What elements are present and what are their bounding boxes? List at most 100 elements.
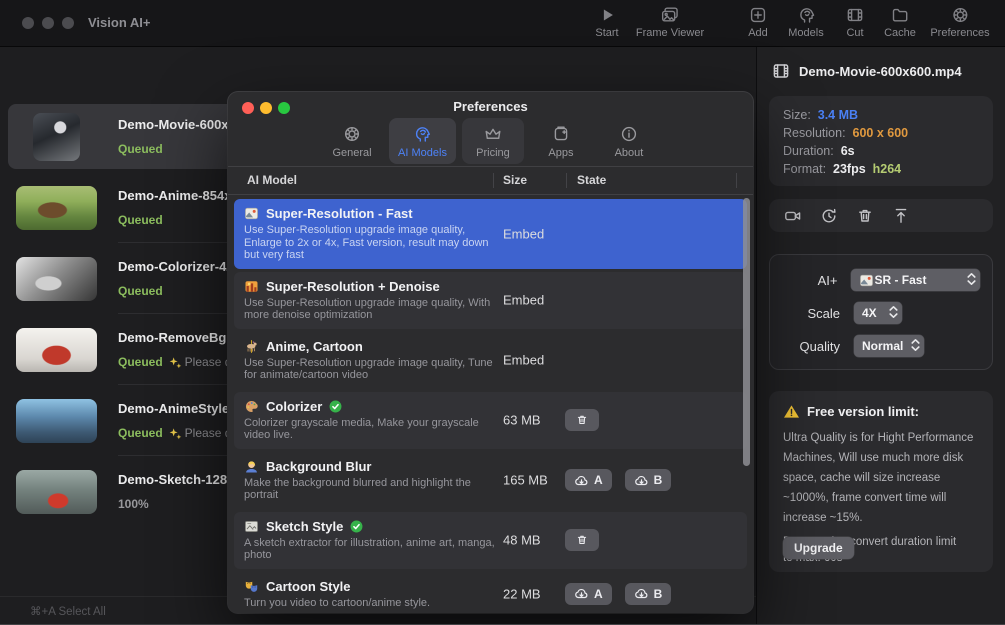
dialog-title: Preferences	[453, 99, 528, 114]
models-icon	[412, 124, 432, 144]
scale-dropdown[interactable]: 4X	[854, 302, 902, 324]
model-title: Super-Resolution + Denoise	[266, 278, 440, 294]
toolbar-button-label: Preferences	[930, 27, 990, 39]
video-thumbnail-moon-astronaut	[32, 112, 80, 161]
tab-apps[interactable]: Apps	[530, 118, 592, 164]
limit-title: Free version limit:	[807, 404, 919, 419]
file-action-history-button[interactable]	[819, 206, 839, 226]
download-model-b-button[interactable]: B	[624, 582, 672, 605]
column-separator	[566, 173, 567, 188]
tab-general[interactable]: General	[321, 118, 383, 164]
model-size-or-state: 48 MB	[503, 532, 541, 548]
gear-icon	[950, 5, 970, 25]
toolbar-button-cut[interactable]: Cut	[845, 5, 865, 39]
window-minimize-button[interactable]	[42, 17, 54, 29]
sketch-frame-icon	[244, 519, 259, 534]
delete-model-button[interactable]	[565, 529, 599, 551]
window-zoom-button[interactable]	[62, 17, 74, 29]
model-size-or-state: 165 MB	[503, 472, 548, 488]
installed-check-badge-icon	[350, 520, 363, 533]
toolbar-button-models[interactable]: Models	[788, 5, 824, 39]
model-title: Cartoon Style	[266, 578, 351, 594]
scrollbar-thumb[interactable]	[743, 198, 750, 466]
file-status: Queued	[118, 284, 163, 298]
portrait-icon	[244, 459, 259, 474]
download-model-a-button[interactable]: A	[565, 469, 612, 491]
model-title: Super-Resolution - Fast	[266, 206, 413, 221]
models-icon	[796, 5, 816, 25]
model-description: Use Super-Resolution upgrade image quali…	[244, 296, 491, 322]
model-title: Colorizer	[266, 398, 323, 414]
quality-label: Quality	[799, 338, 840, 354]
duration-value: 6s	[840, 144, 855, 158]
model-row[interactable]: Super-Resolution + Denoise Use Super-Reso…	[234, 271, 747, 329]
file-info-card: Size: 3.4 MB Resolution: 600 x 600 Durat…	[769, 96, 993, 186]
model-row[interactable]: Sketch Style A sketch extractor for illus…	[234, 511, 747, 569]
toolbar-button-add[interactable]: Add	[748, 5, 768, 39]
model-description: Use Super-Resolution upgrade image quali…	[244, 356, 493, 382]
film-icon	[771, 61, 791, 81]
toolbar-button-frame-viewer[interactable]: Frame Viewer	[636, 5, 704, 39]
limit-body: Ultra Quality is for Hight Performance M…	[783, 432, 974, 524]
file-status: Queued	[118, 142, 163, 156]
model-row[interactable]: Anime, Cartoon Use Super-Resolution upgra…	[234, 332, 747, 389]
resolution-value: 600 x 600	[852, 126, 909, 140]
toolbar-button-preferences[interactable]: Preferences	[930, 5, 990, 39]
file-action-trash-button[interactable]	[855, 206, 875, 226]
model-description: Colorizer grayscale media, Make your gra…	[244, 416, 479, 442]
tab-label: Pricing	[476, 146, 510, 159]
cut-icon	[845, 5, 865, 25]
toolbar-button-label: Start	[595, 27, 619, 39]
masks-icon	[244, 579, 259, 594]
tab-ai-models[interactable]: AI Models	[389, 118, 456, 164]
file-action-camera-button[interactable]	[783, 206, 803, 226]
model-size-or-state: Embed	[503, 292, 545, 308]
model-row[interactable]: Cartoon Style Turn you video to cartoon/a…	[234, 572, 747, 614]
window-close-button[interactable]	[22, 17, 34, 29]
file-name: Demo-Anime-854x48	[118, 188, 246, 203]
upgrade-button[interactable]: Upgrade	[783, 537, 854, 559]
model-description: Use Super-Resolution upgrade image quali…	[244, 224, 489, 261]
tab-label: Apps	[548, 146, 574, 159]
palette-icon	[244, 399, 259, 414]
quality-dropdown[interactable]: Normal	[854, 335, 924, 357]
model-size-or-state: Embed	[503, 226, 545, 242]
crown-icon	[483, 124, 503, 144]
toolbar-button-cache[interactable]: Cache	[884, 5, 916, 39]
tab-about[interactable]: About	[598, 118, 660, 164]
model-row[interactable]: Super-Resolution - Fast Use Super-Resolut…	[234, 199, 747, 269]
ai-label: AI+	[817, 272, 838, 288]
inspector-file-title: Demo-Movie-600x600.mp4	[771, 61, 962, 81]
ai-model-dropdown[interactable]: SR - Fast	[851, 269, 980, 291]
download-model-b-button[interactable]: B	[624, 469, 672, 491]
dropdown-chevrons-icon	[910, 338, 921, 355]
file-action-export-button[interactable]	[891, 206, 911, 226]
model-table-scrollbar[interactable]	[743, 198, 750, 578]
gear-icon	[342, 124, 362, 144]
play-icon	[597, 5, 617, 25]
window-toolbar: Vision AI+ Start Frame Viewer Add Models Cut…	[0, 0, 1005, 47]
video-thumbnail-anime-horses	[15, 185, 97, 230]
toolbar-button-label: Frame Viewer	[635, 27, 705, 39]
select-all-hint: ⌘+A Select All	[30, 606, 106, 618]
model-description: Make the background blurred and highligh…	[244, 476, 471, 502]
model-row[interactable]: Colorizer Colorizer grayscale media, Make…	[234, 391, 747, 449]
file-status: Queued	[118, 213, 163, 227]
picture-icon	[244, 206, 259, 221]
tab-pricing[interactable]: Pricing	[461, 118, 524, 164]
warning-icon	[783, 404, 800, 419]
model-row[interactable]: Background Blur Make the background blurr…	[234, 452, 747, 509]
delete-model-button[interactable]	[565, 409, 599, 431]
model-size-or-state: 63 MB	[503, 412, 541, 428]
tab-label: General	[332, 146, 372, 159]
toolbar-button-start[interactable]: Start	[595, 5, 619, 39]
toolbar-button-label: Cut	[846, 27, 864, 39]
download-model-a-button[interactable]: A	[565, 582, 612, 605]
size-value: 3.4 MB	[817, 108, 859, 122]
video-thumbnail-red-toy	[15, 327, 97, 372]
free-version-limit-card: Free version limit: Ultra Quality is for…	[769, 391, 993, 572]
model-title: Background Blur	[266, 458, 372, 474]
inspector-file-name: Demo-Movie-600x600.mp4	[799, 63, 962, 79]
video-thumbnail-bw-photo	[15, 256, 97, 301]
file-status: Queued	[118, 426, 163, 440]
